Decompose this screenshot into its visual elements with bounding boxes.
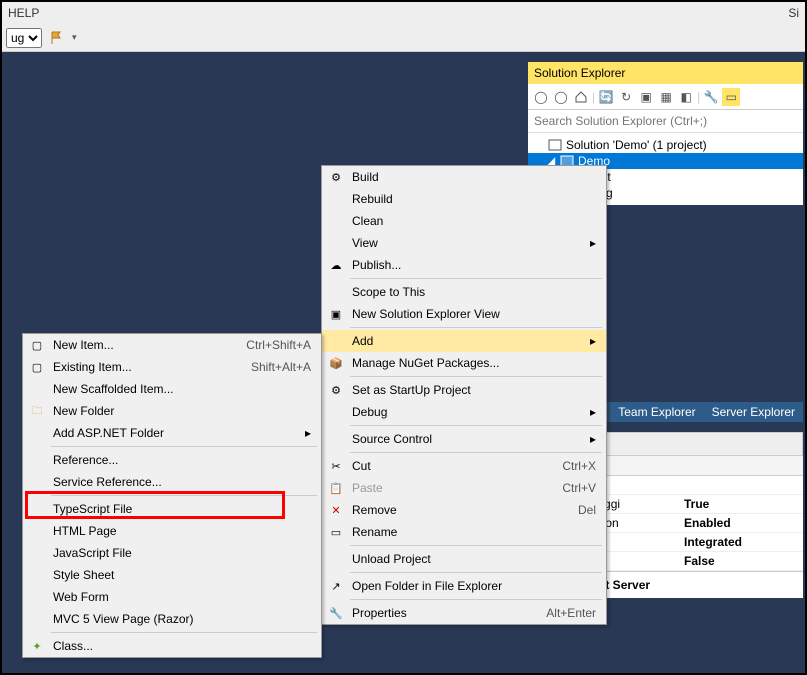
ctx-add-js-file[interactable]: JavaScript File	[23, 542, 321, 564]
forward-icon[interactable]: ◯	[552, 88, 570, 106]
ctx-add-new-folder[interactable]: 🗀New Folder	[23, 400, 321, 422]
show-all-icon[interactable]: ▦	[657, 88, 675, 106]
back-icon[interactable]: ◯	[532, 88, 550, 106]
ctx-debug[interactable]: Debug▸	[322, 401, 606, 423]
ctx-cut[interactable]: ✂CutCtrl+X	[322, 455, 606, 477]
ctx-properties[interactable]: 🔧PropertiesAlt+Enter	[322, 602, 606, 624]
flag-icon	[50, 31, 64, 45]
ctx-paste: 📋PasteCtrl+V	[322, 477, 606, 499]
collapse-icon[interactable]: ▣	[637, 88, 655, 106]
ctx-publish[interactable]: ☁Publish...	[322, 254, 606, 276]
ctx-add-mvc-view[interactable]: MVC 5 View Page (Razor)	[23, 608, 321, 630]
submenu-arrow-icon: ▸	[590, 236, 596, 250]
paste-icon: 📋	[328, 480, 344, 496]
ctx-add[interactable]: Add▸	[322, 330, 606, 352]
toolbar-button[interactable]	[46, 27, 68, 49]
existing-item-icon: ▢	[29, 359, 45, 375]
publish-icon: ☁	[328, 257, 344, 273]
ctx-view[interactable]: View▸	[322, 232, 606, 254]
nuget-icon: 📦	[328, 355, 344, 371]
ctx-add-class[interactable]: ✦Class...	[23, 635, 321, 657]
refresh-icon[interactable]: ↻	[617, 88, 635, 106]
ctx-nuget[interactable]: 📦Manage NuGet Packages...	[322, 352, 606, 374]
ctx-open-folder[interactable]: ↗Open Folder in File Explorer	[322, 575, 606, 597]
wrench-icon: 🔧	[328, 605, 344, 621]
folder-icon: 🗀	[29, 403, 45, 419]
tree-solution-root[interactable]: Solution 'Demo' (1 project)	[528, 137, 803, 153]
ctx-rebuild[interactable]: Rebuild	[322, 188, 606, 210]
context-menu-project: ⚙Build Rebuild Clean View▸ ☁Publish... S…	[321, 165, 607, 625]
ctx-add-typescript-file[interactable]: TypeScript File	[23, 498, 321, 520]
context-menu-add: ▢New Item...Ctrl+Shift+A ▢Existing Item.…	[22, 333, 322, 658]
search-input[interactable]	[528, 110, 803, 133]
ctx-clean[interactable]: Clean	[322, 210, 606, 232]
ctx-add-reference[interactable]: Reference...	[23, 449, 321, 471]
ctx-unload[interactable]: Unload Project	[322, 548, 606, 570]
ctx-add-aspnet-folder[interactable]: Add ASP.NET Folder▸	[23, 422, 321, 444]
ctx-source-control[interactable]: Source Control▸	[322, 428, 606, 450]
ctx-add-new-item[interactable]: ▢New Item...Ctrl+Shift+A	[23, 334, 321, 356]
ctx-build[interactable]: ⚙Build	[322, 166, 606, 188]
new-view-icon: ▣	[328, 306, 344, 322]
dropdown-indicator: ▾	[72, 32, 77, 43]
menubar: HELP Si	[2, 2, 805, 24]
remove-icon: ✕	[328, 502, 344, 518]
submenu-arrow-icon: ▸	[590, 334, 596, 348]
cut-icon: ✂	[328, 458, 344, 474]
solution-icon	[548, 139, 562, 151]
toolwindow-tabs: r Team Explorer Server Explorer	[590, 402, 803, 422]
solution-explorer-title: Solution Explorer	[528, 62, 803, 84]
submenu-arrow-icon: ▸	[590, 432, 596, 446]
open-folder-icon: ↗	[328, 578, 344, 594]
submenu-arrow-icon: ▸	[590, 405, 596, 419]
tab-server-explorer[interactable]: Server Explorer	[704, 402, 803, 422]
ctx-add-html-page[interactable]: HTML Page	[23, 520, 321, 542]
ctx-add-style-sheet[interactable]: Style Sheet	[23, 564, 321, 586]
ctx-add-existing-item[interactable]: ▢Existing Item...Shift+Alt+A	[23, 356, 321, 378]
solution-explorer-toolbar: ◯ ◯ | 🔄 ↻ ▣ ▦ ◧ | 🔧 ▭	[528, 84, 803, 110]
ctx-new-view[interactable]: ▣New Solution Explorer View	[322, 303, 606, 325]
ctx-scope[interactable]: Scope to This	[322, 281, 606, 303]
config-combo[interactable]: ug	[6, 28, 42, 48]
rename-icon: ▭	[328, 524, 344, 540]
tab-team-explorer[interactable]: Team Explorer	[610, 402, 703, 422]
ctx-add-scaffolded[interactable]: New Scaffolded Item...	[23, 378, 321, 400]
home-icon[interactable]	[572, 88, 590, 106]
properties-icon[interactable]: ◧	[677, 88, 695, 106]
ctx-add-service-reference[interactable]: Service Reference...	[23, 471, 321, 493]
wrench-icon[interactable]: 🔧	[702, 88, 720, 106]
ctx-rename[interactable]: ▭Rename	[322, 521, 606, 543]
ctx-startup[interactable]: ⚙Set as StartUp Project	[322, 379, 606, 401]
build-icon: ⚙	[328, 169, 344, 185]
sync-icon[interactable]: 🔄	[597, 88, 615, 106]
menu-right-trunc: Si	[788, 6, 799, 20]
preview-icon[interactable]: ▭	[722, 88, 740, 106]
startup-icon: ⚙	[328, 382, 344, 398]
ctx-add-web-form[interactable]: Web Form	[23, 586, 321, 608]
submenu-arrow-icon: ▸	[305, 426, 311, 440]
ctx-remove[interactable]: ✕RemoveDel	[322, 499, 606, 521]
toolbar: ug ▾	[2, 24, 805, 52]
class-icon: ✦	[29, 638, 45, 654]
new-item-icon: ▢	[29, 337, 45, 353]
menu-help[interactable]: HELP	[8, 6, 39, 20]
